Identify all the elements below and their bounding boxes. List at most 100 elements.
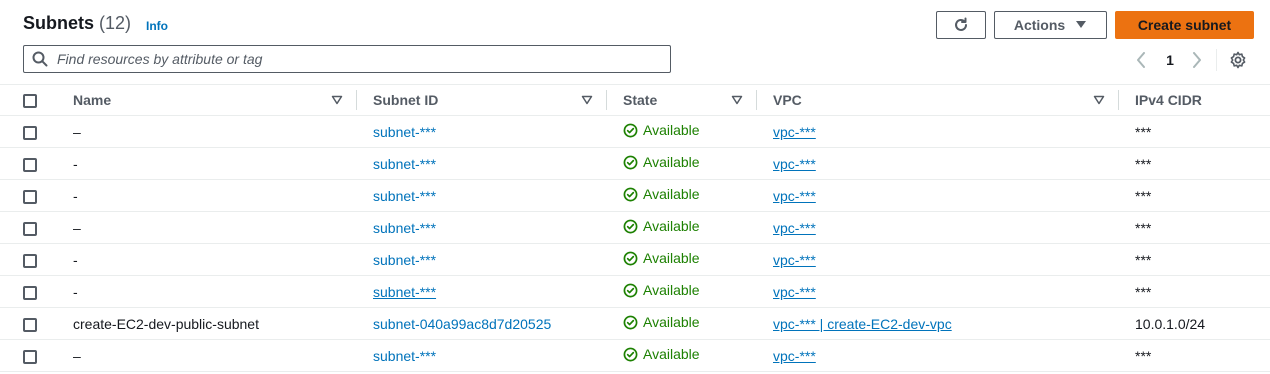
sort-icon [731,95,743,105]
state-label: Available [643,250,700,267]
column-header-label: VPC [773,92,802,108]
sort-icon [1093,95,1105,105]
row-checkbox[interactable] [23,125,37,140]
ipv4-cidr-cell: *** [1119,243,1270,276]
select-all-cell [0,84,57,116]
column-header-subnet-id[interactable]: Subnet ID [357,84,607,116]
subnet-id-link[interactable]: subnet-*** [373,284,436,300]
current-page-number[interactable]: 1 [1160,46,1180,74]
state-cell: Available [607,179,757,212]
column-header-label: State [623,92,658,108]
column-header-name[interactable]: Name [57,84,357,116]
row-checkbox[interactable] [23,285,37,300]
refresh-button[interactable] [936,11,986,39]
state-label: Available [643,314,700,331]
check-circle-icon [623,315,638,330]
status-badge: Available [623,250,700,266]
row-checkbox[interactable] [23,253,37,268]
page-header: Subnets (12) Info Actions Create subnet … [0,0,1270,84]
name-cell: – [57,115,357,148]
name-cell: – [57,339,357,372]
name-cell: - [57,275,357,308]
table-row[interactable]: – subnet-*** Available vpc-*** *** [0,339,1270,372]
vpc-link[interactable]: vpc-*** [773,348,816,364]
state-label: Available [643,346,700,363]
row-checkbox[interactable] [23,317,37,332]
vpc-link[interactable]: vpc-*** [773,220,816,236]
status-badge: Available [623,122,700,138]
column-header-state[interactable]: State [607,84,757,116]
next-page-button[interactable] [1189,46,1205,74]
subnet-name: - [73,251,78,268]
table-row[interactable]: - subnet-*** Available vpc-*** *** [0,147,1270,180]
row-checkbox[interactable] [23,349,37,364]
state-cell: Available [607,307,757,340]
vpc-link[interactable]: vpc-*** [773,188,816,204]
state-label: Available [643,122,700,139]
row-checkbox[interactable] [23,189,37,204]
row-select-cell [0,243,57,276]
subnet-name: - [73,187,78,204]
vpc-link[interactable]: vpc-*** [773,252,816,268]
subnet-id-link[interactable]: subnet-*** [373,252,436,268]
sort-icon [331,95,343,105]
table-row[interactable]: – subnet-*** Available vpc-*** *** [0,211,1270,244]
actions-button[interactable]: Actions [994,11,1107,39]
state-label: Available [643,186,700,203]
status-badge: Available [623,282,700,298]
row-checkbox[interactable] [23,221,37,236]
subnet-name: – [73,219,81,236]
subnet-id-link[interactable]: subnet-040a99ac8d7d20525 [373,316,551,332]
status-badge: Available [623,186,700,202]
status-badge: Available [623,346,700,362]
page-title: Subnets (12) [23,13,131,34]
pagination-divider [1216,49,1217,71]
subnet-id-link[interactable]: subnet-*** [373,188,436,204]
subnet-id-cell: subnet-*** [357,211,607,244]
create-subnet-button[interactable]: Create subnet [1115,11,1254,39]
row-checkbox[interactable] [23,157,37,172]
ipv4-cidr-cell: *** [1119,275,1270,308]
table-header-row: Name Subnet ID State VPC IPv4 CIDR [0,84,1270,116]
check-circle-icon [623,155,638,170]
state-cell: Available [607,211,757,244]
table-row[interactable]: - subnet-*** Available vpc-*** *** [0,275,1270,308]
table-row[interactable]: - subnet-*** Available vpc-*** *** [0,243,1270,276]
state-cell: Available [607,115,757,148]
table-row[interactable]: – subnet-*** Available vpc-*** *** [0,115,1270,148]
state-label: Available [643,282,700,299]
name-cell: – [57,211,357,244]
subnets-table: Name Subnet ID State VPC IPv4 CIDR – sub… [0,84,1270,372]
check-circle-icon [623,187,638,202]
info-link[interactable]: Info [146,19,168,33]
gear-icon [1230,51,1246,69]
refresh-icon [955,17,967,31]
table-row[interactable]: create-EC2-dev-public-subnet subnet-040a… [0,307,1270,340]
select-all-checkbox[interactable] [23,94,37,109]
preferences-button[interactable] [1226,46,1250,74]
column-header-ipv4-cidr[interactable]: IPv4 CIDR [1119,84,1270,116]
check-circle-icon [623,283,638,298]
subnet-id-link[interactable]: subnet-*** [373,220,436,236]
vpc-link[interactable]: vpc-*** [773,124,816,140]
search-input[interactable] [57,51,647,67]
caret-down-icon [1076,21,1087,28]
subnet-name: - [73,283,78,300]
vpc-link[interactable]: vpc-*** [773,284,816,300]
status-badge: Available [623,314,700,330]
subnet-count: (12) [99,13,132,33]
vpc-link[interactable]: vpc-*** [773,156,816,172]
subnet-id-link[interactable]: subnet-*** [373,124,436,140]
table-row[interactable]: - subnet-*** Available vpc-*** *** [0,179,1270,212]
status-badge: Available [623,154,700,170]
ipv4-cidr-cell: *** [1119,147,1270,180]
check-circle-icon [623,251,638,266]
vpc-link[interactable]: vpc-*** | create-EC2-dev-vpc [773,316,952,332]
subnet-id-link[interactable]: subnet-*** [373,348,436,364]
column-header-vpc[interactable]: VPC [757,84,1119,116]
previous-page-button[interactable] [1133,46,1149,74]
page-title-text: Subnets [23,13,95,33]
ipv4-cidr: *** [1135,347,1152,364]
search-field[interactable] [23,45,671,73]
subnet-id-link[interactable]: subnet-*** [373,156,436,172]
